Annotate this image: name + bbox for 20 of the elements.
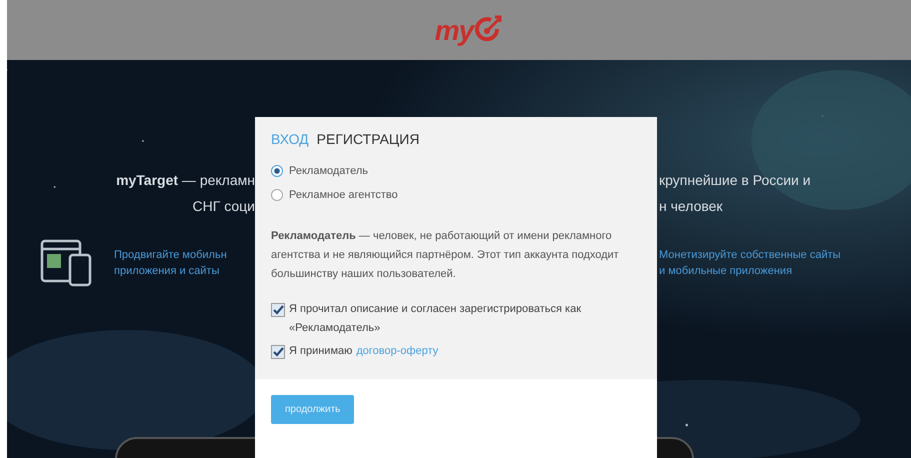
description-text: Рекламодатель — человек, не работающий от имени рекламного агентства и не являющийся партнёром. Этот тип аккаунта подходит большинству наших пользователей. <box>271 229 620 282</box>
logo: my <box>434 15 504 45</box>
intro-text: н человек <box>659 198 723 214</box>
agreement-text: Я принимаю <box>289 345 352 357</box>
radio-button[interactable] <box>271 165 283 177</box>
radio-button[interactable] <box>271 189 283 201</box>
continue-button[interactable]: продолжить <box>271 395 354 424</box>
intro-text: СНГ соци <box>192 198 255 214</box>
feature-text: Монетизируйте собственные сайты и мобильные приложения <box>659 248 841 279</box>
intro-text: крупнейшие в России и <box>659 172 811 188</box>
offer-link[interactable]: договор-оферту <box>356 345 438 357</box>
radio-label: Рекламное агентство <box>289 189 398 201</box>
checkbox[interactable] <box>271 345 285 359</box>
radio-label: Рекламодатель <box>289 165 368 177</box>
agreement-text: Я прочитал описание и согласен зарегистрироваться как «Рекламодатель» <box>289 303 582 334</box>
intro-text: myTarget — рекламн <box>115 172 255 188</box>
tab[interactable]: ВХОД <box>271 131 309 147</box>
feature-text: Продвигайте мобильн приложения и сайты <box>114 248 227 279</box>
tab[interactable]: РЕГИСТРАЦИЯ <box>316 131 420 147</box>
checkbox[interactable] <box>271 303 285 317</box>
